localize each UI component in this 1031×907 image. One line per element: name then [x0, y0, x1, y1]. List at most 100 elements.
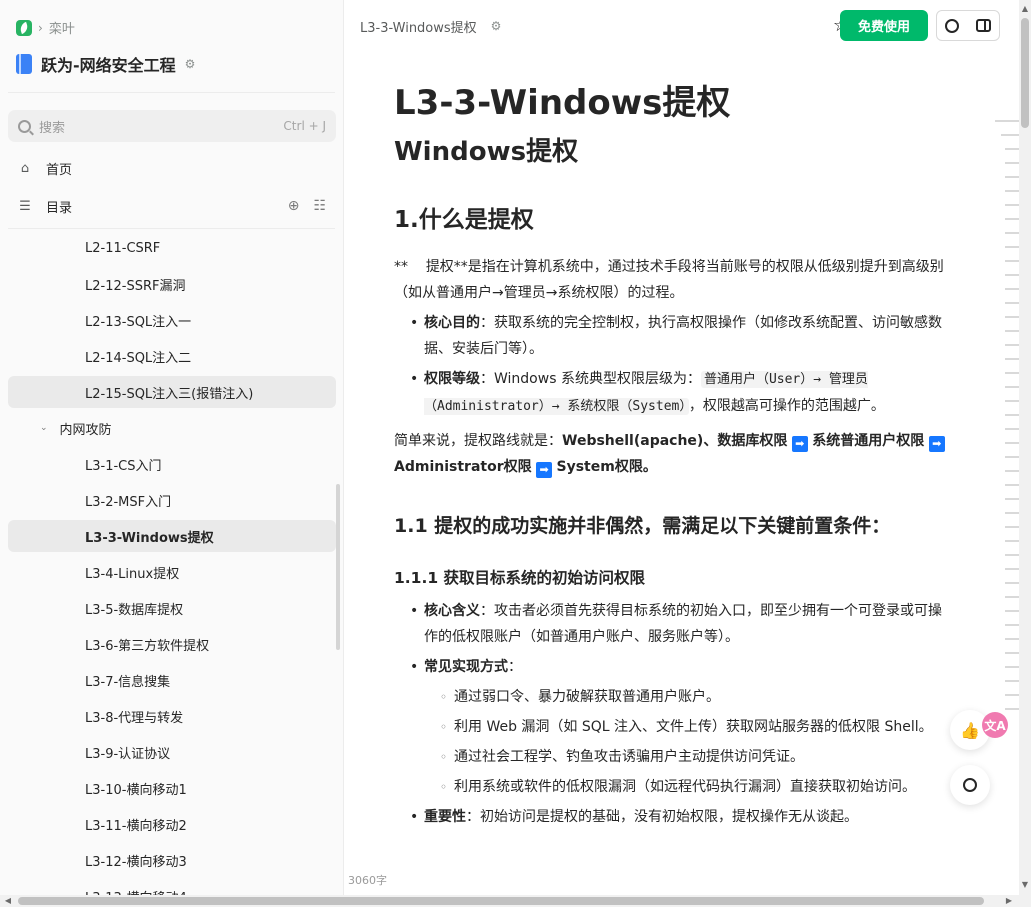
top-bar: L3-3-Windows提权 ⚙ ☆ CC ▭ 免费使用: [344, 0, 1031, 52]
toc-item[interactable]: L2-14-SQL注入二: [8, 340, 336, 372]
vertical-scrollbar-track[interactable]: [1019, 0, 1031, 907]
minimap-line: [1005, 358, 1019, 360]
list-item: 核心目的：获取系统的完全控制权，执行高权限操作（如修改系统配置、访问敏感数据、安…: [394, 310, 954, 362]
toc-item[interactable]: L3-2-MSF入门: [8, 484, 336, 516]
divider: [8, 228, 335, 229]
doc-tab-title[interactable]: L3-3-Windows提权: [360, 17, 477, 36]
breadcrumb: › 栾叶: [16, 18, 75, 37]
bullet-label: 常见实现方式: [424, 659, 508, 675]
bullet-text: ，权限越高可操作的范围越广。: [688, 398, 885, 414]
minimap-line: [1005, 610, 1019, 612]
minimap-line: [1005, 624, 1019, 626]
sub-list-item: 利用系统或软件的低权限漏洞（如远程代码执行漏洞）直接获取初始访问。: [424, 774, 954, 800]
minimap-line: [1005, 204, 1019, 206]
summary-paragraph: 简单来说，提权路线就是：Webshell(apache)、数据库权限 ➡ 系统普…: [394, 428, 954, 480]
summary-text: 简单来说，提权路线就是：: [394, 433, 562, 449]
minimap-line: [1005, 428, 1019, 430]
sub-list: 通过弱口令、暴力破解获取普通用户账户。 利用 Web 漏洞（如 SQL 注入、文…: [424, 684, 954, 800]
toc-item[interactable]: L2-11-CSRF: [8, 232, 336, 264]
section-heading: 1.1 提权的成功实施并非偶然，需满足以下关键前置条件：: [394, 515, 891, 537]
minimap-line: [1005, 288, 1019, 290]
toc-group[interactable]: ⌄ 内网攻防: [8, 412, 336, 444]
minimap-line: [1005, 456, 1019, 458]
arrow-right-icon: ➡: [791, 436, 808, 452]
toc-item[interactable]: L3-11-横向移动2: [8, 808, 336, 840]
toc-item[interactable]: L3-7-信息搜集: [8, 664, 336, 696]
chevron-down-icon[interactable]: ⌄: [40, 423, 48, 433]
home-icon: ⌂: [20, 160, 30, 176]
comment-icon[interactable]: [945, 18, 960, 33]
bullet-label: 重要性: [424, 809, 466, 825]
minimap-line: [1005, 498, 1019, 500]
section-heading: 1.什么是提权: [394, 207, 534, 233]
toc-item[interactable]: L3-9-认证协议: [8, 736, 336, 768]
minimap-line: [1005, 218, 1019, 220]
toc-item[interactable]: L2-13-SQL注入一: [8, 304, 336, 336]
arrow-right-icon: ➡: [536, 462, 553, 478]
translate-badge[interactable]: 文A: [982, 712, 1008, 738]
locate-icon[interactable]: ⊕: [288, 198, 300, 214]
toc-item[interactable]: L3-1-CS入门: [8, 448, 336, 480]
book-title[interactable]: 跃为-网络安全工程: [41, 52, 176, 76]
bullet-label: 核心含义: [424, 603, 480, 619]
minimap-line: [1005, 526, 1019, 528]
collapse-list-icon[interactable]: ☷: [313, 198, 326, 214]
minimap-line: [1005, 302, 1019, 304]
bullet-label: 核心目的: [424, 315, 480, 331]
vertical-scrollbar-thumb[interactable]: [1021, 18, 1029, 128]
markdown-marks: **: [394, 259, 408, 275]
comment-icon: [963, 778, 977, 792]
comment-float-button[interactable]: [950, 765, 990, 805]
outline-minimap[interactable]: [993, 120, 1019, 722]
nav-home[interactable]: ⌂ 首页: [8, 152, 336, 184]
minimap-line: [1005, 162, 1019, 164]
toc-item[interactable]: L3-10-横向移动1: [8, 772, 336, 804]
minimap-line: [995, 120, 1019, 122]
bullet-text: ：Windows 系统典型权限层级为：: [480, 371, 701, 387]
settings-icon[interactable]: ⚙: [491, 19, 502, 33]
side-panel-icon[interactable]: [975, 19, 991, 32]
toc-item-active[interactable]: L3-3-Windows提权: [8, 520, 336, 552]
minimap-line: [1005, 316, 1019, 318]
minimap-line: [1005, 554, 1019, 556]
bullet-label: 权限等级: [424, 371, 480, 387]
list-item: 常见实现方式： 通过弱口令、暴力破解获取普通用户账户。 利用 Web 漏洞（如 …: [394, 654, 954, 800]
scroll-up-icon[interactable]: ▲: [1020, 4, 1030, 14]
sub-list-item: 通过弱口令、暴力破解获取普通用户账户。: [424, 684, 954, 710]
sidebar-scrollbar[interactable]: [336, 484, 340, 650]
minimap-line: [1005, 708, 1019, 710]
toc-list: L2-11-CSRF L2-12-SSRF漏洞 L2-13-SQL注入一 L2-…: [8, 232, 336, 907]
toc-item[interactable]: L3-8-代理与转发: [8, 700, 336, 732]
scroll-down-icon[interactable]: ▼: [1020, 880, 1030, 890]
bullet-list: 核心目的：获取系统的完全控制权，执行高权限操作（如修改系统配置、访问敏感数据、安…: [394, 310, 954, 420]
toc-item[interactable]: L3-5-数据库提权: [8, 592, 336, 624]
subsection-heading: 1.1.1 获取目标系统的初始访问权限: [394, 569, 646, 587]
search-input[interactable]: 搜索 Ctrl + J: [8, 110, 336, 142]
word-count: 3060字: [348, 874, 387, 887]
minimap-line: [1005, 666, 1019, 668]
book-icon: [16, 54, 32, 74]
scroll-left-icon[interactable]: ◀: [3, 896, 13, 906]
app-logo-icon[interactable]: [16, 19, 32, 36]
toc-item[interactable]: L3-6-第三方软件提权: [8, 628, 336, 660]
toc-item[interactable]: L3-12-横向移动3: [8, 844, 336, 876]
search-shortcut: Ctrl + J: [283, 119, 326, 133]
breadcrumb-space[interactable]: 栾叶: [49, 18, 75, 37]
summary-step: Webshell(apache)、数据库权限: [562, 433, 788, 449]
minimap-line: [1005, 176, 1019, 178]
minimap-line: [1005, 386, 1019, 388]
scroll-right-icon[interactable]: ▶: [1004, 896, 1014, 906]
minimap-line: [1005, 596, 1019, 598]
minimap-line: [1005, 470, 1019, 472]
toc-item[interactable]: L2-15-SQL注入三(报错注入): [8, 376, 336, 408]
toc-item[interactable]: L3-4-Linux提权: [8, 556, 336, 588]
document-content: L3-3-Windows提权 Windows提权 1.什么是提权 ** 提权**…: [394, 80, 954, 830]
sub-list-item: 通过社会工程学、钓鱼攻击诱骗用户主动提供访问凭证。: [424, 744, 954, 770]
toc-item[interactable]: L2-12-SSRF漏洞: [8, 268, 336, 300]
nav-toc[interactable]: ☰ 目录 ⊕ ☷: [8, 190, 336, 222]
horizontal-scrollbar-thumb[interactable]: [18, 897, 984, 905]
bullet-list: 核心含义：攻击者必须首先获得目标系统的初始入口，即至少拥有一个可登录或可操作的低…: [394, 598, 954, 830]
settings-icon[interactable]: ⚙: [185, 57, 196, 71]
search-icon: [18, 119, 31, 133]
free-use-button[interactable]: 免费使用: [840, 10, 928, 41]
